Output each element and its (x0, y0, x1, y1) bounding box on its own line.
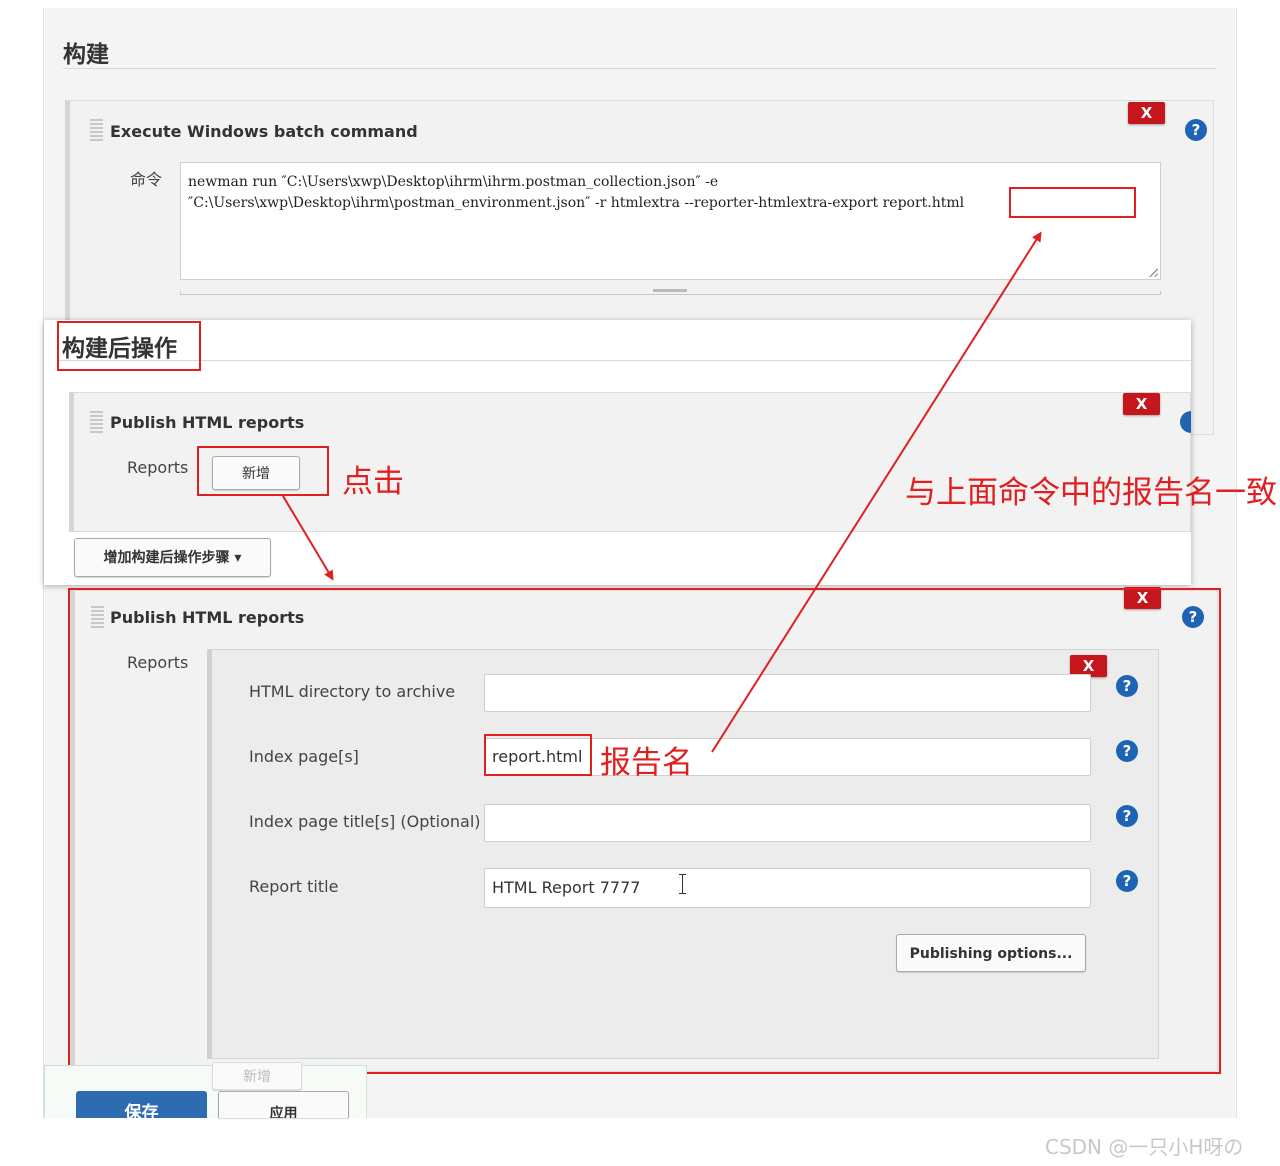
arrow-to-expanded-step (282, 495, 334, 581)
annotation-report-name: 报告名 (600, 745, 693, 781)
annotation-same-name: 与上面命令中的报告名一致 (905, 475, 1277, 511)
annotation-arrows (282, 231, 1042, 753)
annotation-click: 点击 (342, 464, 404, 500)
watermark: CSDN @一只小H呀の (1045, 1135, 1244, 1159)
